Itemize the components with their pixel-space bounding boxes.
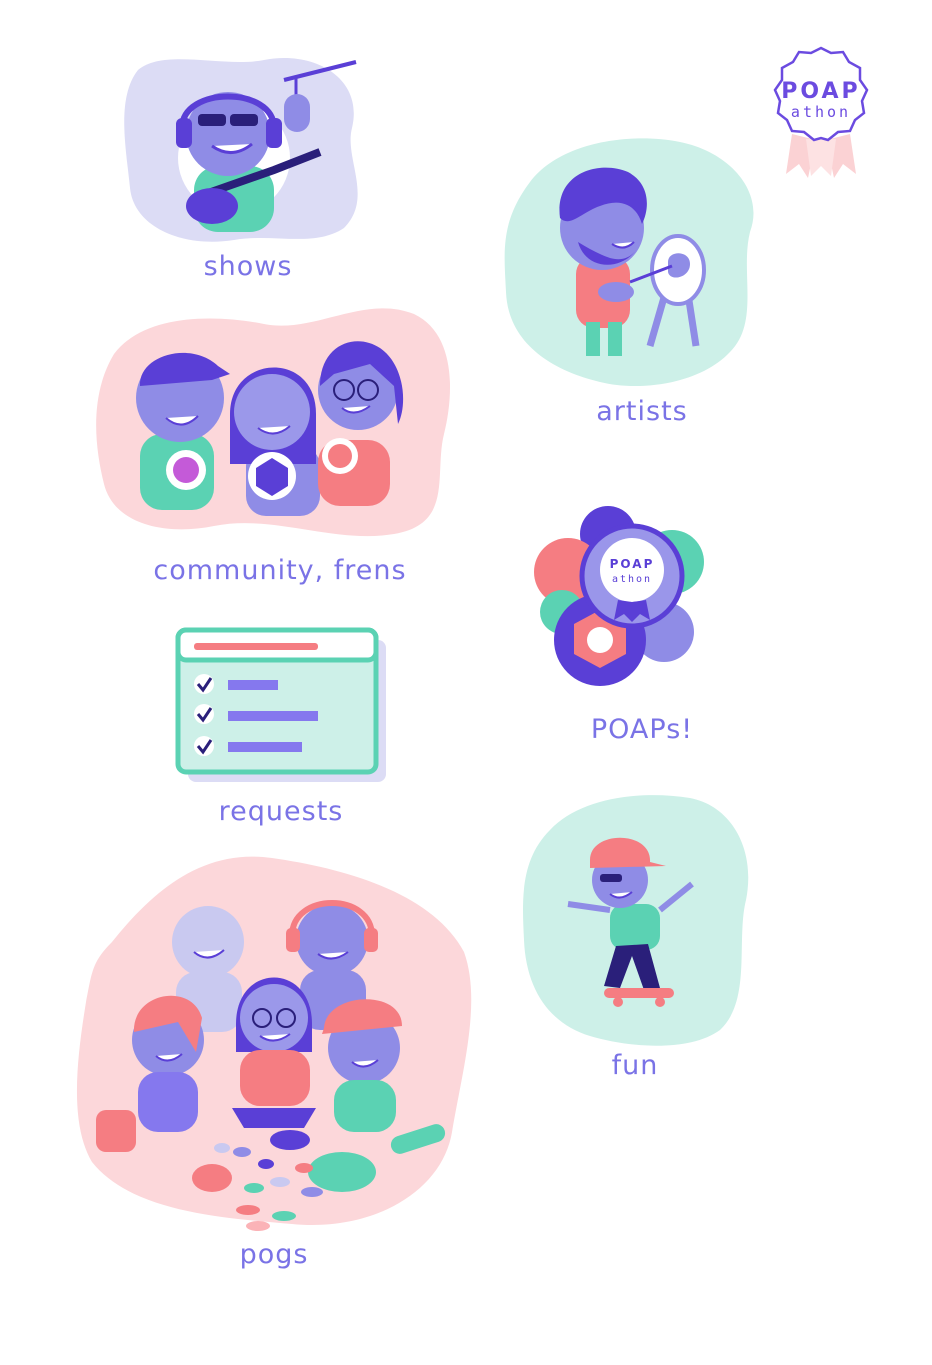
caption-artists: artists xyxy=(596,396,688,427)
caption-shows: shows xyxy=(203,251,293,282)
caption-pogs: pogs xyxy=(239,1239,309,1270)
poap-athon-badge-icon: POAP athon xyxy=(773,46,869,178)
caption-requests: requests xyxy=(218,796,344,827)
caption-fun: fun xyxy=(611,1050,659,1081)
poap-badge-line2: athon xyxy=(612,574,652,585)
caption-community: community, frens xyxy=(153,555,407,586)
checkmark-icon xyxy=(194,704,214,724)
shows-illustration xyxy=(124,48,364,248)
poaps-illustration: POAP athon xyxy=(534,504,714,696)
poapathon-logo: POAP athon xyxy=(766,44,876,184)
poap-badge-line1: POAP xyxy=(610,557,655,571)
caption-poaps: POAPs! xyxy=(590,714,694,745)
logo-line1: POAP xyxy=(781,79,860,104)
fun-illustration xyxy=(520,790,752,1052)
checkmark-icon xyxy=(194,674,214,694)
checkmark-icon xyxy=(194,736,214,756)
logo-line2: athon xyxy=(791,103,851,121)
artists-illustration xyxy=(500,132,762,392)
requests-illustration xyxy=(175,627,390,786)
pogs-illustration xyxy=(72,852,476,1232)
community-illustration xyxy=(94,294,454,544)
